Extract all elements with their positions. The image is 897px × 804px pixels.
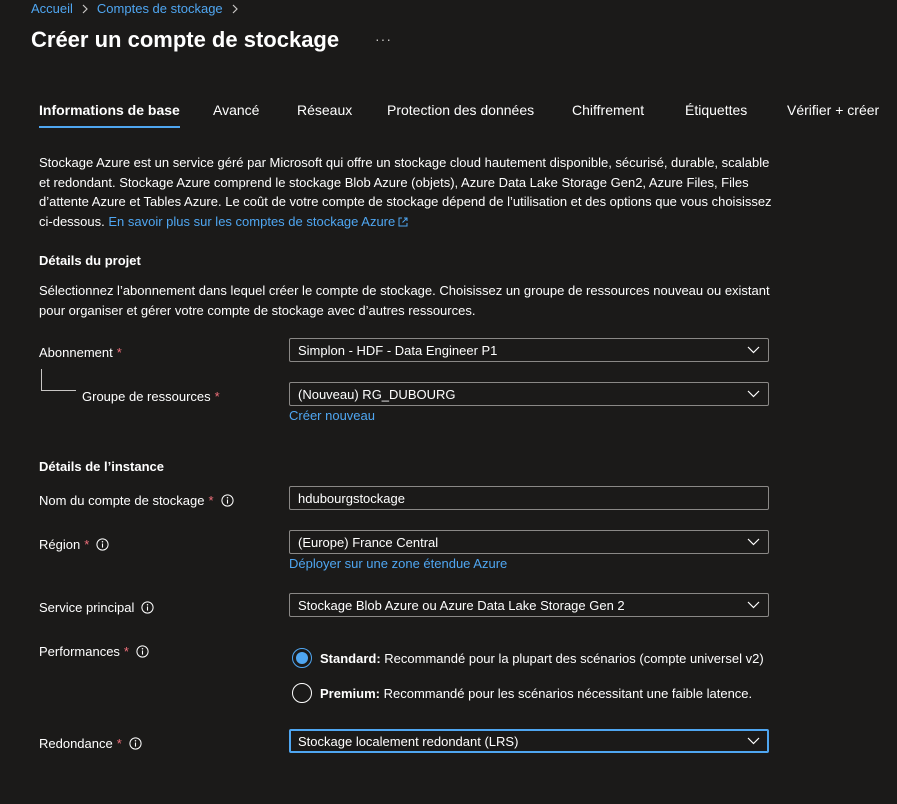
subscription-label-text: Abonnement bbox=[39, 345, 113, 360]
performance-premium-option[interactable]: Premium: Recommandé pour les scénarios n… bbox=[292, 683, 752, 703]
resource-group-select[interactable]: (Nouveau) RG_DUBOURG bbox=[289, 382, 769, 406]
tab-tags[interactable]: Étiquettes bbox=[685, 102, 747, 130]
project-details-description: Sélectionnez l’abonnement dans lequel cr… bbox=[39, 283, 770, 318]
external-link-icon bbox=[398, 213, 408, 233]
primary-service-label: Service principal bbox=[39, 600, 154, 615]
chevron-down-icon bbox=[747, 390, 760, 398]
info-icon[interactable] bbox=[129, 737, 142, 750]
learn-more-link-text[interactable]: En savoir plus sur les comptes de stocka… bbox=[108, 214, 395, 229]
redundancy-label-text: Redondance bbox=[39, 736, 113, 751]
breadcrumb-storage-accounts-link[interactable]: Comptes de stockage bbox=[97, 1, 223, 16]
instance-details-heading: Détails de l’instance bbox=[39, 459, 164, 474]
required-marker: * bbox=[214, 389, 220, 404]
performance-premium-title: Premium: bbox=[320, 685, 380, 701]
project-details-heading: Détails du projet bbox=[39, 253, 141, 268]
create-new-resource-group-link[interactable]: Créer nouveau bbox=[289, 408, 375, 423]
info-icon[interactable] bbox=[220, 494, 234, 507]
region-label: Région * bbox=[39, 537, 109, 552]
performance-standard-option[interactable]: Standard: Recommandé pour la plupart des… bbox=[292, 648, 764, 668]
performance-standard-text: Standard: Recommandé pour la plupart des… bbox=[320, 651, 764, 666]
required-marker: * bbox=[208, 493, 214, 508]
storage-account-name-label: Nom du compte de stockage * bbox=[39, 493, 234, 508]
page-title: Créer un compte de stockage bbox=[31, 27, 340, 52]
primary-service-label-text: Service principal bbox=[39, 600, 135, 615]
resource-group-label-text: Groupe de ressources bbox=[82, 389, 211, 404]
tree-connector bbox=[41, 369, 76, 391]
region-select[interactable]: (Europe) France Central bbox=[289, 530, 769, 554]
region-label-text: Région bbox=[39, 537, 81, 552]
primary-service-select-value: Stockage Blob Azure ou Azure Data Lake S… bbox=[298, 597, 625, 613]
subscription-select[interactable]: Simplon - HDF - Data Engineer P1 bbox=[289, 338, 769, 362]
info-icon[interactable] bbox=[96, 538, 109, 551]
intro-paragraph: Stockage Azure est un service géré par M… bbox=[39, 153, 779, 232]
required-marker: * bbox=[84, 537, 90, 552]
storage-account-name-input[interactable]: hdubourgstockage bbox=[289, 486, 769, 510]
chevron-down-icon bbox=[747, 346, 760, 354]
resource-group-select-value: (Nouveau) RG_DUBOURG bbox=[298, 386, 456, 402]
performance-premium-text: Premium: Recommandé pour les scénarios n… bbox=[320, 686, 752, 701]
performance-standard-title: Standard: bbox=[320, 650, 381, 666]
info-icon[interactable] bbox=[141, 601, 154, 614]
region-select-value: (Europe) France Central bbox=[298, 534, 439, 550]
tab-advanced[interactable]: Avancé bbox=[213, 102, 259, 130]
chevron-right-icon bbox=[231, 4, 239, 14]
info-icon[interactable] bbox=[136, 645, 149, 658]
redundancy-select-value: Stockage localement redondant (LRS) bbox=[298, 733, 519, 749]
edge-zone-link[interactable]: Déployer sur une zone étendue Azure bbox=[289, 556, 507, 571]
radio-button-unchecked[interactable] bbox=[292, 683, 312, 703]
subscription-label: Abonnement * bbox=[39, 345, 122, 360]
performance-label: Performances * bbox=[39, 644, 149, 659]
performance-standard-desc: Recommandé pour la plupart des scénarios… bbox=[384, 650, 764, 666]
more-options-button[interactable]: ··· bbox=[375, 31, 392, 47]
required-marker: * bbox=[116, 345, 122, 360]
radio-button-checked[interactable] bbox=[292, 648, 312, 668]
performance-premium-desc: Recommandé pour les scénarios nécessitan… bbox=[383, 685, 753, 701]
chevron-right-icon bbox=[81, 4, 89, 14]
required-marker: * bbox=[123, 644, 129, 659]
storage-account-name-value: hdubourgstockage bbox=[298, 490, 405, 506]
primary-service-select[interactable]: Stockage Blob Azure ou Azure Data Lake S… bbox=[289, 593, 769, 617]
performance-label-text: Performances bbox=[39, 644, 120, 659]
tab-basics[interactable]: Informations de base bbox=[39, 102, 180, 130]
tab-data-protection[interactable]: Protection des données bbox=[387, 102, 534, 130]
breadcrumb: Accueil Comptes de stockage bbox=[31, 1, 239, 16]
resource-group-label: Groupe de ressources * bbox=[82, 389, 220, 404]
subscription-select-value: Simplon - HDF - Data Engineer P1 bbox=[298, 342, 498, 358]
required-marker: * bbox=[116, 736, 122, 751]
chevron-down-icon bbox=[747, 601, 760, 609]
learn-more-link[interactable]: En savoir plus sur les comptes de stocka… bbox=[108, 214, 408, 229]
redundancy-select[interactable]: Stockage localement redondant (LRS) bbox=[289, 729, 769, 753]
tab-networking[interactable]: Réseaux bbox=[297, 102, 352, 130]
chevron-down-icon bbox=[747, 737, 760, 745]
redundancy-label: Redondance * bbox=[39, 736, 142, 751]
tab-review-create[interactable]: Vérifier + créer bbox=[787, 102, 879, 130]
storage-account-name-label-text: Nom du compte de stockage bbox=[39, 493, 205, 508]
create-storage-account-page: Accueil Comptes de stockage Créer un com… bbox=[0, 0, 897, 804]
radio-dot bbox=[296, 652, 308, 664]
breadcrumb-home-link[interactable]: Accueil bbox=[31, 1, 73, 16]
tab-encryption[interactable]: Chiffrement bbox=[572, 102, 644, 130]
chevron-down-icon bbox=[747, 538, 760, 546]
